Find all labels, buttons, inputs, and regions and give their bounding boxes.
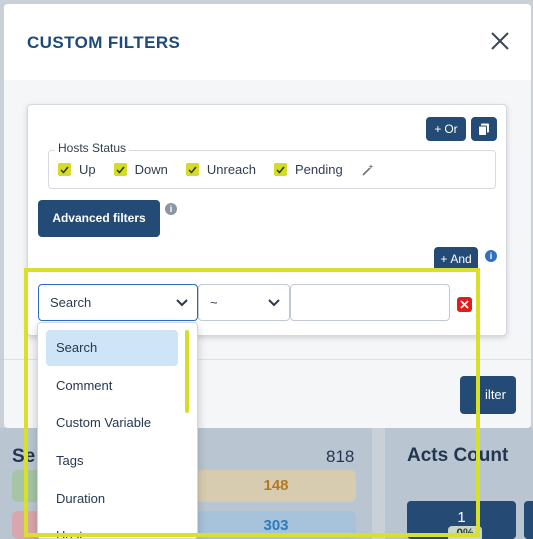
operator-select[interactable]: ~ xyxy=(198,284,290,321)
acts-count-title: Acts Count xyxy=(407,445,509,466)
dropdown-option-duration[interactable]: Duration xyxy=(56,491,105,506)
add-and-label: And xyxy=(450,252,472,266)
apply-filter-button[interactable]: ilter xyxy=(460,376,516,414)
hosts-status-options: Up Down Unreach Pending xyxy=(58,162,375,177)
copy-icon xyxy=(478,123,489,136)
close-button[interactable] xyxy=(489,30,511,52)
plus-icon: + xyxy=(440,252,448,266)
hosts-status-legend: Hosts Status xyxy=(55,141,130,155)
plus-icon: + xyxy=(434,122,442,136)
status-pill-warning: 148 xyxy=(196,470,356,502)
dropdown-scrollbar[interactable] xyxy=(185,330,189,413)
add-or-button[interactable]: + Or xyxy=(426,117,466,141)
copy-group-button[interactable] xyxy=(471,117,497,141)
check-icon xyxy=(58,163,71,176)
status-checkbox-pending[interactable]: Pending xyxy=(274,162,343,177)
status-label-up: Up xyxy=(79,162,96,177)
operator-select-value: ~ xyxy=(210,295,218,310)
field-select-value: Search xyxy=(50,295,92,310)
status-label-pending: Pending xyxy=(295,162,343,177)
status-checkbox-down[interactable]: Down xyxy=(113,162,168,177)
close-icon xyxy=(460,300,469,309)
info-icon[interactable]: i xyxy=(165,203,177,215)
status-label-unreach: Unreach xyxy=(206,162,257,177)
info-icon[interactable]: i xyxy=(485,250,497,262)
filter-group-card: + Or Hosts Status Up Down Unreach Pendin… xyxy=(27,104,507,336)
services-panel-title: Se xyxy=(12,446,36,467)
acts-percent-badge: 0% xyxy=(448,526,482,539)
status-pill-unknown: 303 xyxy=(196,511,356,539)
status-checkbox-unreach[interactable]: Unreach xyxy=(185,162,257,177)
acts-button-secondary xyxy=(524,501,533,539)
value-input[interactable] xyxy=(290,284,450,321)
dropdown-option-host[interactable]: Host xyxy=(56,528,83,538)
chevron-down-icon xyxy=(268,299,280,307)
remove-rule-button[interactable] xyxy=(457,297,472,312)
field-select[interactable]: Search xyxy=(38,284,198,321)
field-options-dropdown: Search Comment Custom Variable Tags Dura… xyxy=(37,322,198,539)
services-panel-count: 818 xyxy=(326,447,355,466)
check-icon xyxy=(113,163,127,176)
modal-title: CUSTOM FILTERS xyxy=(27,33,181,52)
advanced-filters-button[interactable]: Advanced filters xyxy=(38,200,160,237)
dropdown-option-search[interactable]: Search xyxy=(46,330,178,366)
hosts-status-fieldset: Hosts Status Up Down Unreach Pending xyxy=(48,141,496,189)
status-label-down: Down xyxy=(134,162,168,177)
status-checkbox-up[interactable]: Up xyxy=(58,162,96,177)
close-icon xyxy=(491,32,509,50)
add-or-label: Or xyxy=(444,122,458,136)
dropdown-option-tags[interactable]: Tags xyxy=(56,453,83,468)
dropdown-option-comment[interactable]: Comment xyxy=(56,378,112,393)
check-icon xyxy=(274,163,288,176)
check-icon xyxy=(185,163,199,176)
chevron-down-icon xyxy=(176,299,188,307)
modal-header: CUSTOM FILTERS xyxy=(4,4,531,80)
magic-wand-icon[interactable] xyxy=(361,163,375,177)
dropdown-option-custom-variable[interactable]: Custom Variable xyxy=(56,415,151,430)
add-and-button[interactable]: + And xyxy=(434,247,478,271)
